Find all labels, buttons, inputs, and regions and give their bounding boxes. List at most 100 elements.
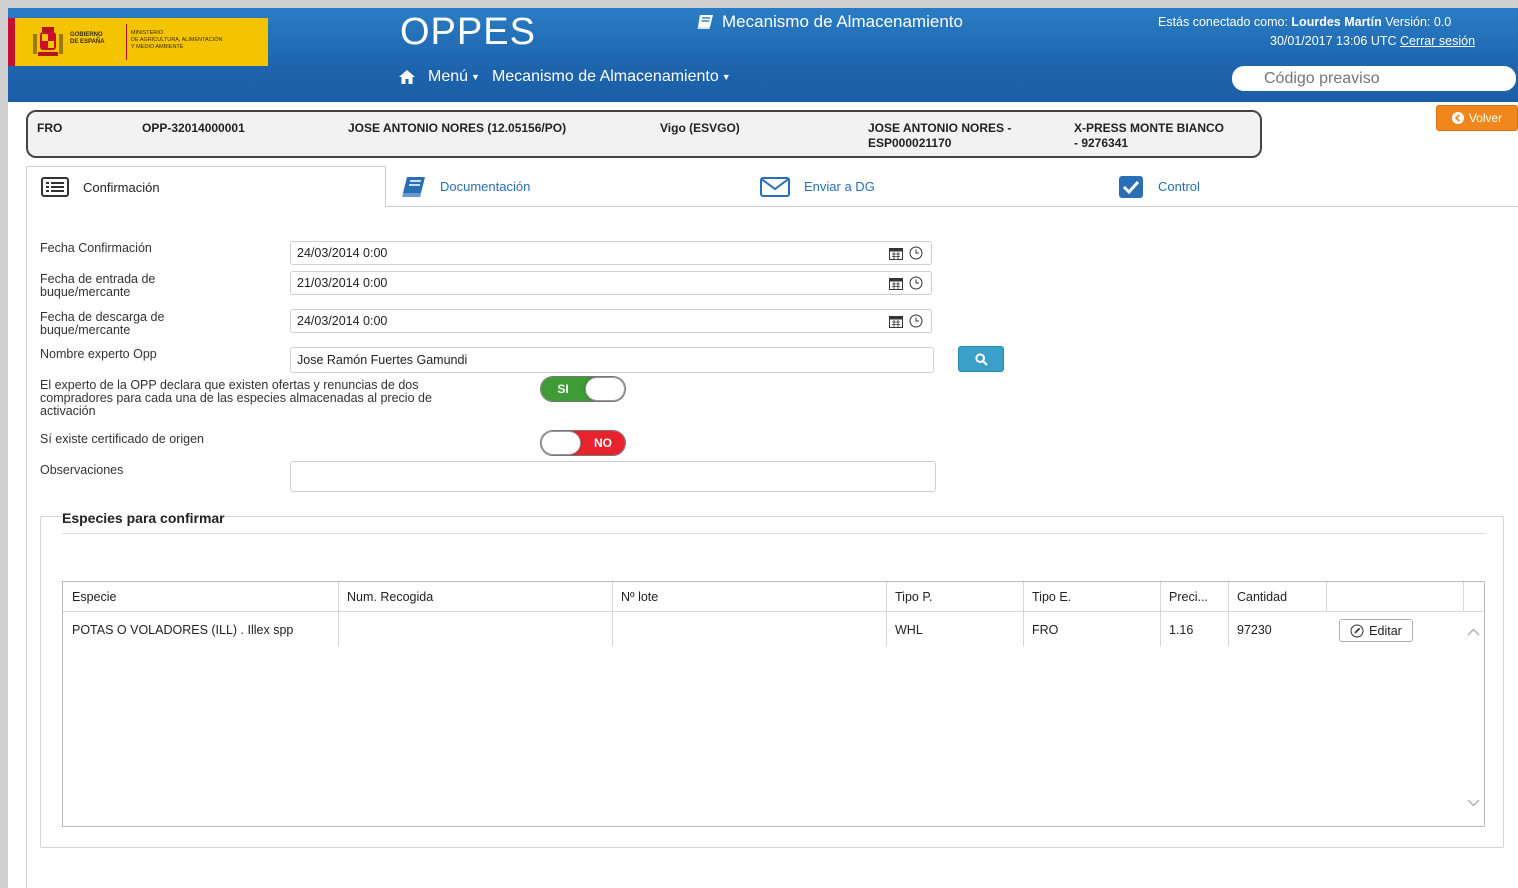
tab-panel-border bbox=[26, 207, 27, 888]
ministerio-line-1: MINISTERIO bbox=[131, 30, 164, 36]
edit-icon bbox=[1350, 624, 1364, 637]
gobierno-logo: GOBIERNO DE ESPAÑA MINISTERIO DE AGRICUL… bbox=[8, 18, 268, 66]
editar-label: Editar bbox=[1369, 623, 1402, 638]
app-window: GOBIERNO DE ESPAÑA MINISTERIO DE AGRICUL… bbox=[8, 8, 1518, 888]
certificado-toggle[interactable]: NO bbox=[540, 430, 626, 456]
fecha-entrada-label: Fecha de entrada de buque/mercante bbox=[40, 273, 155, 299]
col-separator bbox=[1463, 582, 1464, 612]
version-label: Versión: 0.0 bbox=[1385, 15, 1452, 29]
toggle-knob bbox=[585, 377, 625, 401]
cell-tipo-p: WHL bbox=[895, 623, 923, 637]
menu-dropdown[interactable]: Menú ▼ bbox=[428, 68, 480, 86]
timezone-label: UTC bbox=[1370, 34, 1397, 48]
gobierno-text: GOBIERNO DE ESPAÑA bbox=[70, 32, 122, 46]
clock-icon[interactable] bbox=[909, 314, 923, 328]
grid-scrollbar[interactable] bbox=[1463, 613, 1484, 826]
gobierno-line-1: GOBIERNO bbox=[70, 32, 103, 38]
coat-of-arms-icon bbox=[33, 27, 63, 56]
cell-cantidad: 97230 bbox=[1237, 623, 1272, 637]
home-icon[interactable] bbox=[398, 69, 416, 85]
record-summary-strip: FRO OPP-32014000001 JOSE ANTONIO NORES (… bbox=[26, 110, 1262, 158]
certificado-label: Sí existe certificado de origen bbox=[40, 432, 204, 446]
fecha-confirmacion-input[interactable] bbox=[290, 241, 882, 265]
fecha-entrada-label-line-2: buque/mercante bbox=[40, 285, 131, 299]
fecha-descarga-label: Fecha de descarga de buque/mercante bbox=[40, 311, 164, 337]
logo-red-bar bbox=[8, 18, 15, 66]
fecha-confirmacion-pickers bbox=[880, 241, 932, 265]
calendar-icon[interactable] bbox=[888, 277, 903, 290]
codigo-preaviso-input[interactable] bbox=[1232, 66, 1516, 91]
ministerio-text: MINISTERIO DE AGRICULTURA, ALIMENTACIÓN … bbox=[131, 30, 266, 51]
calendar-icon[interactable] bbox=[888, 247, 903, 260]
especies-title: Especies para confirmar bbox=[62, 510, 225, 526]
calendar-icon[interactable] bbox=[888, 315, 903, 328]
estado-value: FRO bbox=[37, 121, 63, 135]
observaciones-input[interactable] bbox=[290, 461, 936, 492]
app-name[interactable]: OPPES bbox=[400, 11, 536, 54]
session-datetime: 30/01/2017 13:06 bbox=[1270, 34, 1368, 48]
experto-input[interactable] bbox=[290, 347, 934, 373]
tab-control[interactable]: Control bbox=[1118, 166, 1200, 207]
col-header-tipo-e[interactable]: Tipo E. bbox=[1023, 582, 1160, 612]
tab-documentacion-label: Documentación bbox=[440, 179, 531, 194]
list-icon bbox=[41, 177, 69, 197]
col-header-lote[interactable]: Nº lote bbox=[612, 582, 886, 612]
module-title-text: Mecanismo de Almacenamiento bbox=[722, 12, 963, 31]
menu-label: Menú bbox=[428, 68, 469, 85]
fecha-descarga-input[interactable] bbox=[290, 309, 882, 333]
book-icon bbox=[402, 176, 425, 197]
fecha-confirmacion-label: Fecha Confirmación bbox=[40, 241, 152, 255]
col-header-especie[interactable]: Especie bbox=[63, 582, 338, 612]
search-icon bbox=[974, 352, 988, 366]
arrow-circle-left-icon bbox=[1451, 112, 1464, 124]
clock-icon[interactable] bbox=[909, 246, 923, 260]
tab-bar: Confirmación Documentación Enviar a DG C… bbox=[26, 166, 1518, 208]
mercante-line-1: X-PRESS MONTE BIANCO bbox=[1074, 121, 1225, 135]
fecha-descarga-label-line-2: buque/mercante bbox=[40, 323, 131, 337]
user-info: Estás conectado como: Lourdes Martín Ver… bbox=[1158, 13, 1518, 51]
buque-line-2: ESP000021170 bbox=[868, 136, 952, 150]
tab-confirmacion-label: Confirmación bbox=[83, 179, 160, 195]
chevron-down-icon[interactable] bbox=[1467, 799, 1480, 807]
editar-button[interactable]: Editar bbox=[1339, 619, 1413, 642]
mercante-value: X-PRESS MONTE BIANCO - 9276341 bbox=[1074, 121, 1224, 151]
header-bar: GOBIERNO DE ESPAÑA MINISTERIO DE AGRICUL… bbox=[8, 8, 1518, 102]
observaciones-label: Observaciones bbox=[40, 463, 124, 477]
declaracion-label: El experto de la OPP declara que existen… bbox=[40, 379, 432, 418]
fecha-entrada-pickers bbox=[880, 271, 932, 295]
declaracion-label-line-3: activación bbox=[40, 404, 96, 418]
clock-icon[interactable] bbox=[909, 276, 923, 290]
tab-documentacion[interactable]: Documentación bbox=[400, 166, 530, 207]
fecha-descarga-pickers bbox=[880, 309, 932, 333]
fecha-entrada-input[interactable] bbox=[290, 271, 882, 295]
chevron-down-icon: ▼ bbox=[471, 71, 480, 82]
tab-enviar-dg[interactable]: Enviar a DG bbox=[760, 166, 875, 207]
col-separator bbox=[1326, 582, 1327, 612]
declaracion-toggle[interactable]: SI bbox=[540, 376, 626, 402]
tab-confirmacion[interactable]: Confirmación bbox=[26, 166, 386, 208]
tab-enviar-dg-label: Enviar a DG bbox=[804, 179, 875, 194]
checkbox-icon bbox=[1119, 175, 1143, 198]
cell-num-recogida bbox=[338, 613, 612, 647]
chevron-up-icon[interactable] bbox=[1467, 628, 1480, 636]
col-header-precio[interactable]: Preci... bbox=[1160, 582, 1228, 612]
module-menu-dropdown[interactable]: Mecanismo de Almacenamiento ▼ bbox=[492, 68, 731, 86]
book-icon bbox=[697, 15, 713, 29]
col-header-num-recogida[interactable]: Num. Recogida bbox=[338, 582, 612, 612]
especies-title-underline bbox=[62, 533, 1486, 534]
search-experto-button[interactable] bbox=[958, 346, 1004, 372]
ministerio-line-2: DE AGRICULTURA, ALIMENTACIÓN bbox=[131, 37, 223, 43]
gobierno-line-2: DE ESPAÑA bbox=[70, 39, 105, 45]
user-info-line-2: 30/01/2017 13:06 UTC Cerrar sesión bbox=[1158, 32, 1518, 51]
logout-link[interactable]: Cerrar sesión bbox=[1400, 34, 1475, 48]
cell-precio: 1.16 bbox=[1169, 623, 1194, 637]
col-header-cantidad[interactable]: Cantidad bbox=[1228, 582, 1326, 612]
experto-label: Nombre experto Opp bbox=[40, 347, 157, 361]
col-header-tipo-p[interactable]: Tipo P. bbox=[886, 582, 1023, 612]
module-title: Mecanismo de Almacenamiento bbox=[696, 12, 963, 32]
declaracion-label-line-2: compradores para cada una de las especie… bbox=[40, 391, 432, 405]
envelope-icon bbox=[760, 176, 790, 197]
especies-grid: Especie Num. Recogida Nº lote Tipo P. Ti… bbox=[62, 581, 1485, 827]
codigo-value: OPP-32014000001 bbox=[142, 121, 245, 135]
volver-button[interactable]: Volver bbox=[1436, 105, 1518, 131]
